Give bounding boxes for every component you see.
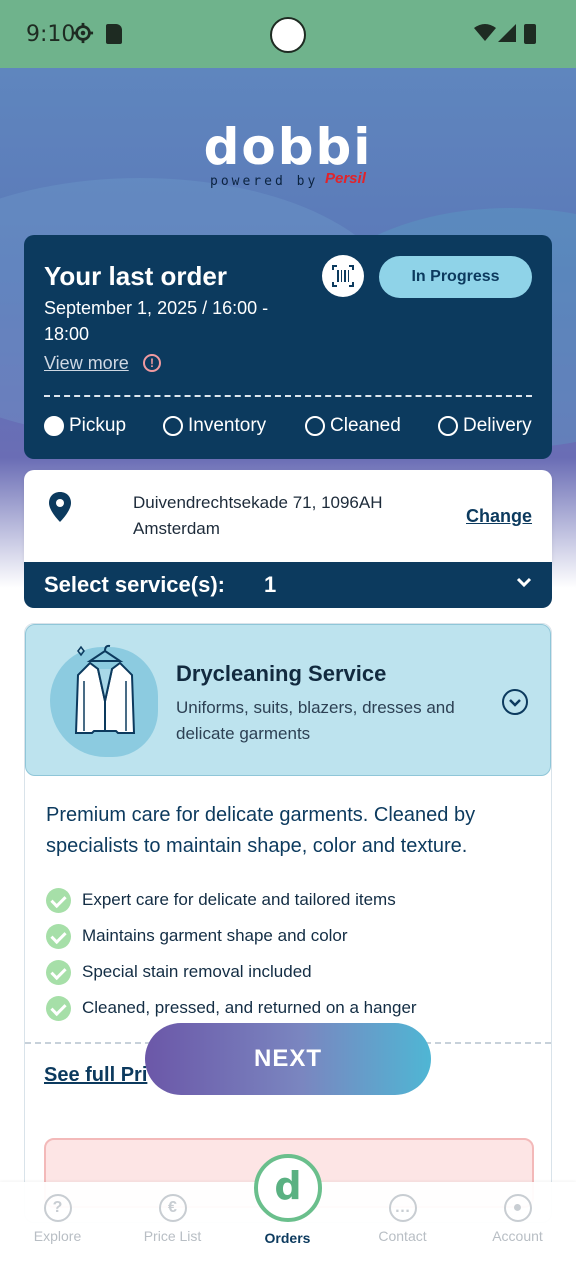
wifi-icon <box>474 24 496 41</box>
nav-explore[interactable]: ? Explore <box>0 1194 115 1244</box>
camera-cutout <box>270 17 306 53</box>
info-icon[interactable]: ! <box>143 354 161 372</box>
service-card-header[interactable]: Drycleaning Service Uniforms, suits, bla… <box>25 624 551 776</box>
nav-price-list[interactable]: € Price List <box>115 1194 230 1244</box>
order-title: Your last order <box>44 261 228 291</box>
step-inventory: Inventory <box>163 415 266 437</box>
select-services-label: Select service(s): <box>44 572 225 597</box>
feature-item: Cleaned, pressed, and returned on a hang… <box>46 990 536 1026</box>
feature-item: Maintains garment shape and color <box>46 918 536 954</box>
service-card: Drycleaning Service Uniforms, suits, bla… <box>24 623 552 1223</box>
brand-logo: dobbi powered by Persil <box>0 118 576 189</box>
barcode-icon <box>332 265 354 287</box>
status-bar: 9:10 <box>0 0 576 68</box>
service-short-description: Uniforms, suits, blazers, dresses and de… <box>176 698 455 743</box>
signal-icon <box>498 24 516 42</box>
sd-card-icon <box>106 24 122 44</box>
chevron-down-icon <box>509 699 521 707</box>
address-text: Duivendrechtsekade 71, 1096AH Amsterdam <box>133 493 383 538</box>
user-icon: ● <box>503 1194 532 1222</box>
location-pin-icon <box>49 492 71 522</box>
address-card: Duivendrechtsekade 71, 1096AH Amsterdam … <box>24 470 552 562</box>
last-order-card: Your last order September 1, 2025 / 16:0… <box>24 235 552 459</box>
selected-services-count: 1 <box>264 572 277 597</box>
chevron-down-icon <box>516 577 532 588</box>
see-full-price-link[interactable]: See full Pri <box>44 1064 147 1087</box>
step-dot <box>305 416 325 436</box>
gear-icon <box>72 22 94 44</box>
check-icon <box>46 887 71 913</box>
dobbi-logo-icon: d <box>274 1164 302 1208</box>
order-status-badge: In Progress <box>379 256 532 298</box>
change-address-link[interactable]: Change <box>466 506 532 527</box>
brand-name: dobbi <box>203 118 373 176</box>
euro-icon: € <box>158 1194 187 1222</box>
partner-logo: Persil <box>325 170 366 187</box>
step-cleaned: Cleaned <box>305 415 401 437</box>
step-dot <box>438 416 458 436</box>
service-name: Drycleaning Service <box>176 661 387 686</box>
divider <box>44 395 532 397</box>
check-icon <box>46 995 71 1021</box>
step-delivery: Delivery <box>438 415 532 437</box>
order-progress-steps: Pickup Inventory Cleaned Delivery <box>44 415 532 439</box>
nav-contact[interactable]: … Contact <box>345 1194 460 1244</box>
question-icon: ? <box>43 1194 72 1222</box>
blazer-on-hanger-icon <box>74 644 136 734</box>
select-services-dropdown[interactable]: Select service(s): 1 <box>24 562 552 608</box>
collapse-toggle-button[interactable] <box>502 689 528 715</box>
next-button[interactable]: NEXT <box>145 1023 431 1095</box>
feature-list: Expert care for delicate and tailored it… <box>46 882 536 1026</box>
check-icon <box>46 923 71 949</box>
battery-icon <box>524 24 536 44</box>
feature-item: Expert care for delicate and tailored it… <box>46 882 536 918</box>
step-dot <box>163 416 183 436</box>
step-pickup: Pickup <box>44 415 126 437</box>
step-dot-filled <box>44 416 64 436</box>
feature-item: Special stain removal included <box>46 954 536 990</box>
view-more-link[interactable]: View more <box>44 353 129 374</box>
chat-icon: … <box>388 1194 417 1222</box>
orders-fab-button[interactable]: d <box>254 1154 322 1222</box>
check-icon <box>46 959 71 985</box>
service-intro: Premium care for delicate garments. Clea… <box>46 804 476 857</box>
order-date: September 1, 2025 / 16:00 - 18:00 <box>44 298 269 344</box>
nav-account[interactable]: ● Account <box>460 1194 575 1244</box>
barcode-button[interactable] <box>322 255 364 297</box>
nav-orders[interactable]: Orders <box>230 1230 345 1246</box>
clock: 9:10 <box>26 22 76 47</box>
brand-tagline: powered by <box>210 174 319 189</box>
